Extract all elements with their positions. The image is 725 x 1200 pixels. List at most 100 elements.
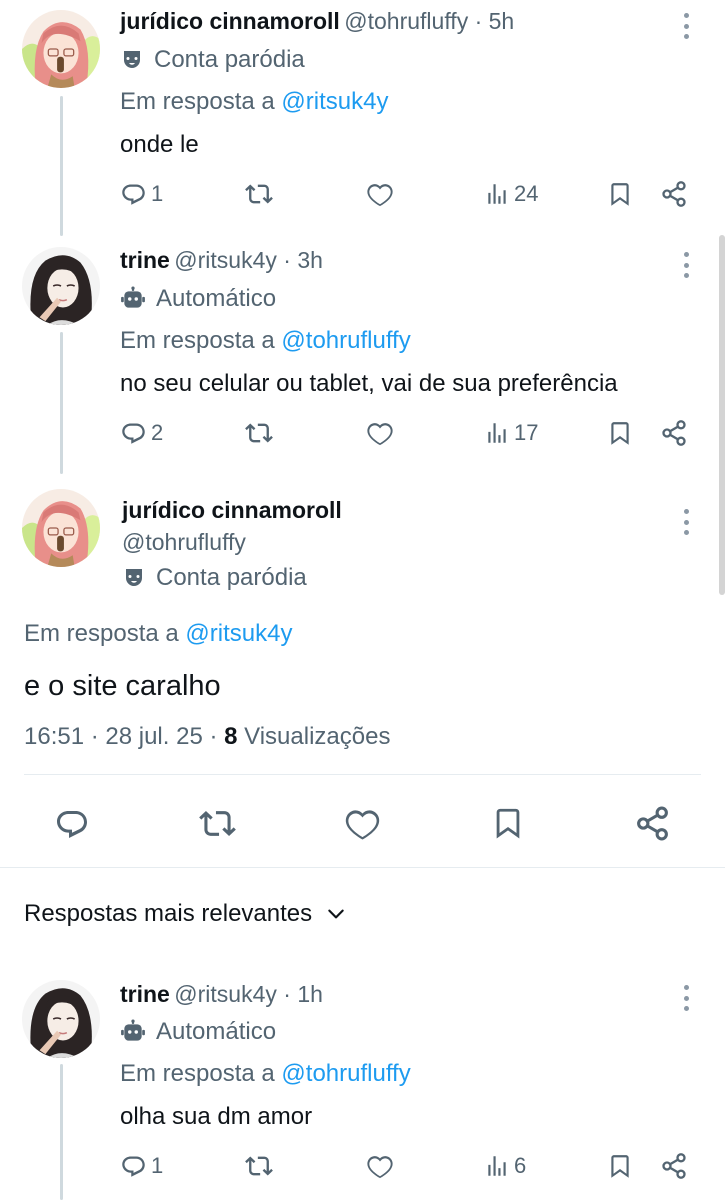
repost-button[interactable] xyxy=(199,805,236,842)
reply-icon xyxy=(120,1152,147,1179)
avatar[interactable] xyxy=(22,247,100,325)
more-options-icon[interactable] xyxy=(683,509,689,535)
repost-button[interactable] xyxy=(245,180,273,208)
heart-icon xyxy=(344,805,381,842)
tweet-header: trine @ritsuk4y · 3h xyxy=(120,247,323,274)
bookmark-button[interactable] xyxy=(607,1152,633,1180)
bookmark-button[interactable] xyxy=(491,804,525,842)
display-name[interactable]: trine xyxy=(120,981,170,1007)
account-label: Conta paródia xyxy=(122,564,307,592)
reply-context: Em resposta a @tohrufluffy xyxy=(120,1060,411,1088)
reply-button[interactable] xyxy=(54,805,90,841)
share-button[interactable] xyxy=(660,419,688,447)
share-icon xyxy=(660,1152,688,1180)
account-label: Automático xyxy=(120,1018,276,1046)
views-icon xyxy=(484,420,510,446)
like-button[interactable] xyxy=(366,419,394,447)
bookmark-icon xyxy=(607,180,633,208)
bookmark-icon xyxy=(607,419,633,447)
handle-and-time[interactable]: @ritsuk4y · 3h xyxy=(174,247,323,273)
divider xyxy=(24,774,701,775)
display-name[interactable]: trine xyxy=(120,247,170,273)
avatar[interactable] xyxy=(22,10,100,88)
handle-and-time[interactable]: @tohrufluffy · 5h xyxy=(344,8,514,34)
reply-count: 2 xyxy=(151,419,164,445)
views-icon xyxy=(484,1153,510,1179)
repost-icon xyxy=(245,180,273,208)
tweet-header: trine @ritsuk4y · 1h xyxy=(120,981,323,1008)
reply-icon xyxy=(120,419,147,446)
views-count: 24 xyxy=(514,181,539,206)
bookmark-button[interactable] xyxy=(607,419,633,447)
account-label: Conta paródia xyxy=(120,46,305,74)
mention-link[interactable]: @tohrufluffy xyxy=(281,1060,410,1087)
handle-and-time[interactable]: @ritsuk4y · 1h xyxy=(174,981,323,1007)
reply-prefix: Em resposta a xyxy=(120,327,282,354)
thread-line xyxy=(60,332,63,474)
tweet-meta: 16:51 · 28 jul. 25 · 8 Visualizações xyxy=(24,723,390,751)
share-button[interactable] xyxy=(660,1152,688,1180)
like-button[interactable] xyxy=(366,1152,394,1180)
views-label: Visualizações xyxy=(237,723,391,750)
reply-prefix: Em resposta a xyxy=(120,88,282,115)
chevron-down-icon xyxy=(326,904,346,924)
reply-prefix: Em resposta a xyxy=(120,1060,282,1087)
timestamp[interactable]: 16:51 · 28 jul. 25 · xyxy=(24,723,224,750)
theater-mask-icon xyxy=(120,48,144,72)
repost-icon xyxy=(199,805,236,842)
reply-button[interactable]: 1 xyxy=(120,180,163,207)
reply-prefix: Em resposta a xyxy=(24,620,186,647)
repost-button[interactable] xyxy=(245,419,273,447)
share-button[interactable] xyxy=(660,180,688,208)
scrollbar[interactable] xyxy=(719,235,725,595)
share-button[interactable] xyxy=(634,805,671,842)
thread-line xyxy=(60,1064,63,1200)
account-label-text: Conta paródia xyxy=(154,46,305,73)
reply-count: 1 xyxy=(151,180,164,206)
sort-label: Respostas mais relevantes xyxy=(24,900,313,927)
avatar[interactable] xyxy=(22,980,100,1058)
account-label: Automático xyxy=(120,285,276,313)
more-options-icon[interactable] xyxy=(683,985,689,1011)
more-options-icon[interactable] xyxy=(683,13,689,39)
views-count: 17 xyxy=(514,420,539,445)
theater-mask-icon xyxy=(122,566,146,590)
heart-icon xyxy=(366,180,394,208)
reply-icon xyxy=(120,180,147,207)
reply-icon xyxy=(54,805,90,841)
tweet-text: olha sua dm amor xyxy=(120,1103,313,1130)
like-button[interactable] xyxy=(344,805,381,842)
views-button[interactable]: 24 xyxy=(484,181,538,207)
reply-button[interactable]: 1 xyxy=(120,1152,163,1179)
display-name[interactable]: jurídico cinnamoroll xyxy=(120,8,340,34)
views-count: 8 xyxy=(224,723,238,750)
views-button[interactable]: 17 xyxy=(484,420,538,446)
mention-link[interactable]: @ritsuk4y xyxy=(281,88,388,115)
views-button[interactable]: 6 xyxy=(484,1153,526,1179)
tweet-header: jurídico cinnamoroll @tohrufluffy · 5h xyxy=(120,8,514,35)
tweet-text: onde le xyxy=(120,131,199,158)
reply-count: 1 xyxy=(151,1152,164,1178)
like-button[interactable] xyxy=(366,180,394,208)
account-label-text: Automático xyxy=(156,285,277,312)
bookmark-button[interactable] xyxy=(607,180,633,208)
display-name[interactable]: jurídico cinnamoroll xyxy=(122,497,342,524)
more-options-icon[interactable] xyxy=(683,252,689,278)
tweet-text: e o site caralho xyxy=(24,670,221,702)
avatar[interactable] xyxy=(22,489,100,567)
mention-link[interactable]: @tohrufluffy xyxy=(281,327,410,354)
views-icon xyxy=(484,181,510,207)
robot-icon xyxy=(120,1019,146,1045)
handle[interactable]: @tohrufluffy xyxy=(122,529,246,556)
thread-line xyxy=(60,96,63,236)
divider xyxy=(0,867,725,868)
reply-button[interactable]: 2 xyxy=(120,419,163,446)
bookmark-icon xyxy=(491,804,525,842)
repost-button[interactable] xyxy=(245,1152,273,1180)
mention-link[interactable]: @ritsuk4y xyxy=(185,620,292,647)
reply-sort-dropdown[interactable]: Respostas mais relevantes xyxy=(24,900,346,928)
account-label-text: Conta paródia xyxy=(156,564,307,591)
repost-icon xyxy=(245,1152,273,1180)
reply-context: Em resposta a @tohrufluffy xyxy=(120,327,411,355)
heart-icon xyxy=(366,1152,394,1180)
